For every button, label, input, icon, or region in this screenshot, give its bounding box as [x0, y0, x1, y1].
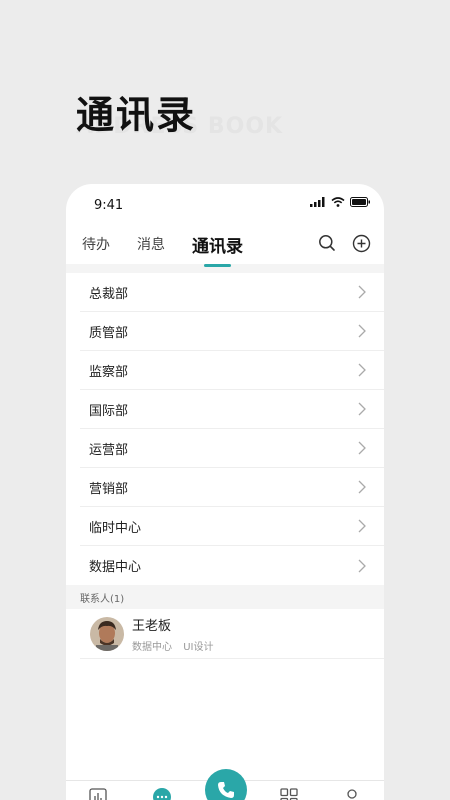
department-list: 总裁部 质管部 监察部 国际部 运营部 营销部 临时中心 数据中心	[66, 273, 384, 585]
chevron-right-icon	[358, 480, 366, 494]
wifi-icon	[331, 197, 345, 207]
chevron-right-icon	[358, 441, 366, 455]
department-label: 监察部	[89, 364, 129, 380]
department-label: 质管部	[89, 325, 129, 341]
list-item[interactable]: 监察部	[80, 351, 384, 390]
hero-title: 通讯录	[76, 93, 197, 137]
contact-text: 王老板 数据中心 UI设计	[132, 615, 213, 653]
search-icon[interactable]	[316, 232, 338, 254]
tab-actions	[316, 232, 372, 254]
department-label: 国际部	[89, 403, 129, 419]
avatar	[90, 616, 124, 651]
chevron-right-icon	[358, 559, 366, 572]
list-item[interactable]: 质管部	[80, 312, 384, 351]
list-item[interactable]: 运营部	[80, 429, 384, 468]
tab-bar: 待办 消息 通讯录	[66, 224, 384, 267]
department-label: 数据中心	[89, 560, 142, 575]
contact-department: 数据中心	[132, 641, 172, 653]
list-item[interactable]: 数据中心	[80, 546, 384, 585]
profile-icon[interactable]	[342, 787, 362, 800]
chevron-right-icon	[358, 402, 366, 416]
phone-icon	[218, 782, 234, 798]
contact-name: 王老板	[132, 618, 172, 634]
list-item[interactable]: 临时中心	[80, 507, 384, 546]
phone-screen: 9:41 待办 消息 通讯录 总裁部 质管部 监察部 国际部 运营部 营销部 临…	[66, 184, 384, 800]
contact-meta: 数据中心 UI设计	[132, 638, 213, 653]
status-bar: 9:41	[66, 184, 384, 224]
chevron-right-icon	[358, 519, 366, 533]
department-label: 临时中心	[89, 520, 142, 536]
department-label: 运营部	[89, 442, 129, 458]
chevron-right-icon	[358, 324, 366, 338]
apps-icon[interactable]	[279, 787, 299, 800]
department-label: 营销部	[89, 481, 129, 497]
tab-messages[interactable]: 消息	[137, 234, 165, 254]
signal-icon	[310, 197, 325, 207]
list-item[interactable]: 营销部	[80, 468, 384, 507]
status-icons	[310, 197, 370, 207]
battery-icon	[350, 197, 370, 207]
stats-icon[interactable]	[88, 787, 108, 800]
contacts-section-header: 联系人(1)	[66, 585, 384, 609]
chevron-right-icon	[358, 363, 366, 377]
list-item[interactable]: 国际部	[80, 390, 384, 429]
message-icon[interactable]	[152, 787, 172, 800]
call-button[interactable]	[205, 769, 247, 800]
tab-todo[interactable]: 待办	[82, 234, 110, 254]
status-time: 9:41	[94, 198, 124, 213]
tab-contacts[interactable]: 通讯录	[192, 232, 243, 267]
chevron-right-icon	[358, 285, 366, 299]
department-label: 总裁部	[89, 286, 129, 302]
add-circle-icon[interactable]	[350, 232, 372, 254]
contact-role: UI设计	[183, 641, 214, 653]
contact-row[interactable]: 王老板 数据中心 UI设计	[80, 609, 384, 659]
list-item[interactable]: 总裁部	[80, 273, 384, 312]
